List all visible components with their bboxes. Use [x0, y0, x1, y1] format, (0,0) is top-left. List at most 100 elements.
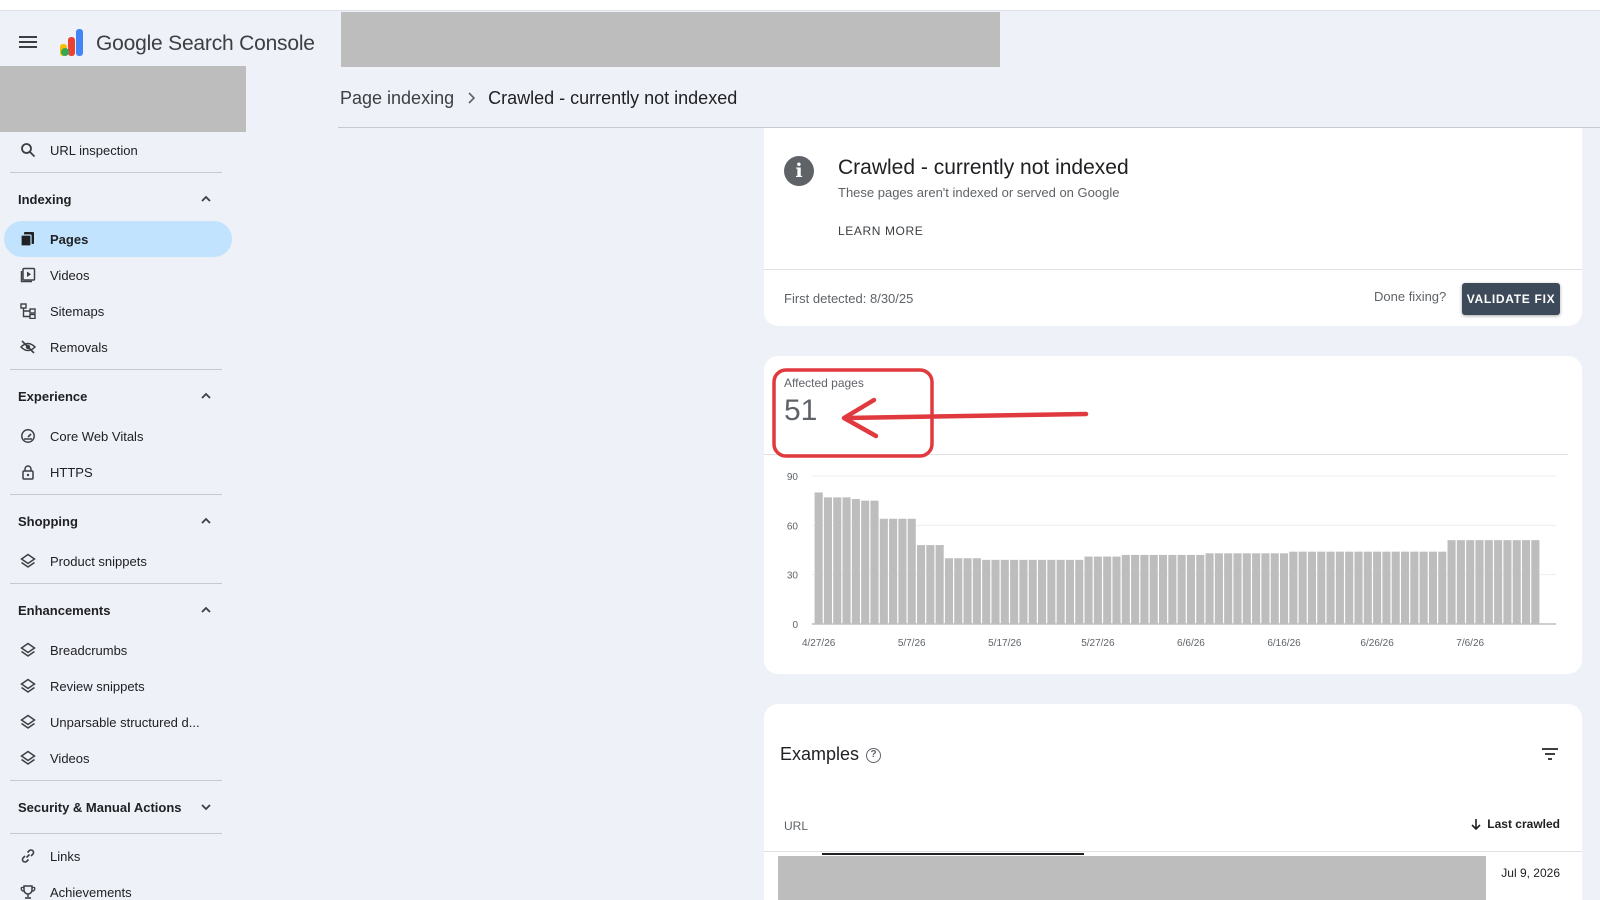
sidebar-section-security[interactable]: Security & Manual Actions — [0, 785, 232, 829]
sidebar-item-enhancement-videos[interactable]: Videos — [0, 740, 232, 776]
sidebar-section-shopping[interactable]: Shopping — [0, 499, 232, 543]
link-icon — [21, 849, 35, 863]
chart-bar — [889, 518, 898, 624]
sidebar: URL inspection Indexing Pages Videos Sit… — [0, 132, 242, 900]
chart-bar — [861, 500, 870, 624]
layers-icon — [20, 678, 36, 693]
issue-card: i Crawled - currently not indexed These … — [764, 128, 1582, 326]
affected-pages-value: 51 — [784, 394, 818, 427]
sidebar-item-links[interactable]: Links — [0, 838, 232, 874]
chart-bar — [944, 558, 954, 624]
sidebar-item-breadcrumbs[interactable]: Breadcrumbs — [0, 632, 232, 668]
chart-bar — [870, 500, 879, 624]
layers-icon — [20, 750, 36, 765]
chart-x-tick-label: 5/27/26 — [1081, 638, 1115, 646]
help-icon[interactable]: ? — [866, 748, 881, 763]
sidebar-item-sitemaps[interactable]: Sitemaps — [0, 293, 232, 329]
sidebar-item-product-snippets[interactable]: Product snippets — [0, 543, 232, 579]
chart-bar — [991, 559, 1000, 624]
eye-off-icon — [20, 340, 36, 354]
sidebar-divider — [10, 583, 222, 584]
affected-pages-card: Affected pages 51 0 30 60 90 4/27/26 5/7/26 5/… — [764, 356, 1582, 674]
chart-bar — [823, 497, 833, 624]
arrow-down-icon — [1471, 819, 1481, 830]
chart-bar — [1419, 551, 1428, 624]
validate-fix-button[interactable]: VALIDATE FIX — [1462, 283, 1560, 315]
chart-y-tick-label: 30 — [787, 571, 799, 582]
sidebar-divider — [10, 780, 222, 781]
sidebar-divider — [10, 833, 222, 834]
chart-bar — [1512, 540, 1521, 624]
sidebar-item-review-snippets[interactable]: Review snippets — [0, 668, 232, 704]
chart-bar — [1158, 554, 1168, 624]
chart-bar — [1093, 556, 1102, 624]
issue-subtitle: These pages aren't indexed or served on … — [838, 185, 1120, 200]
chart-bar — [1317, 551, 1326, 624]
chart-bar — [1103, 556, 1112, 624]
chart-bar — [916, 545, 926, 624]
sidebar-divider — [10, 369, 222, 370]
sidebar-item-https[interactable]: HTTPS — [0, 454, 232, 490]
chevron-up-icon — [201, 517, 211, 524]
menu-icon[interactable] — [17, 33, 39, 51]
chart-bar — [1084, 556, 1093, 624]
sidebar-item-url-inspection[interactable]: URL inspection — [0, 132, 232, 168]
sidebar-section-indexing[interactable]: Indexing — [0, 177, 232, 221]
sidebar-item-label: Removals — [50, 339, 108, 355]
sidebar-item-label: Sitemaps — [50, 303, 105, 319]
redacted-search-bar — [341, 12, 1000, 67]
column-header-last-crawled[interactable]: Last crawled — [1470, 817, 1560, 831]
chart-bar — [1503, 540, 1512, 624]
chart-bar — [1168, 554, 1177, 624]
chevron-down-icon — [201, 804, 211, 811]
chart-bar — [907, 518, 916, 624]
filter-icon[interactable] — [1540, 746, 1560, 762]
chart-bar — [1354, 551, 1363, 624]
chevron-up-icon — [201, 195, 211, 202]
chart-bar — [851, 499, 860, 624]
sidebar-item-videos[interactable]: Videos — [0, 257, 232, 293]
sidebar-item-unparsable-structured-data[interactable]: Unparsable structured d... — [0, 704, 232, 740]
breadcrumb-parent-link[interactable]: Page indexing — [340, 88, 454, 109]
chevron-right-icon — [466, 88, 476, 109]
chart-bar — [926, 545, 935, 624]
chart-bar — [972, 558, 981, 624]
chart-bar — [879, 518, 888, 624]
chart-bar — [1242, 553, 1251, 624]
affected-pages-chart: 0 30 60 90 4/27/26 5/7/26 5/17/26 5/27/26 6/6/26… — [787, 472, 1556, 646]
sidebar-section-enhancements[interactable]: Enhancements — [0, 588, 232, 632]
sidebar-section-experience[interactable]: Experience — [0, 374, 232, 418]
chart-bar — [1131, 554, 1140, 624]
chart-x-tick-label: 6/16/26 — [1267, 638, 1301, 646]
chart-bar — [1382, 551, 1391, 624]
learn-more-link[interactable]: LEARN MORE — [838, 224, 923, 238]
chart-bar — [1205, 553, 1214, 624]
chart-bar — [1345, 551, 1354, 624]
column-header-url[interactable]: URL — [784, 819, 808, 833]
sidebar-item-achievements[interactable]: Achievements — [0, 874, 232, 900]
card-divider — [764, 454, 1568, 455]
layers-icon — [20, 553, 36, 568]
chart-bar — [1186, 554, 1196, 624]
chart-bar — [1233, 553, 1242, 624]
sidebar-divider — [10, 172, 222, 173]
chart-bar — [1475, 540, 1484, 624]
breadcrumb-current: Crawled - currently not indexed — [488, 88, 738, 108]
section-title: Security & Manual Actions — [18, 799, 182, 815]
sidebar-item-removals[interactable]: Removals — [0, 329, 232, 365]
sidebar-item-pages[interactable]: Pages — [4, 221, 232, 257]
sidebar-item-label: Pages — [50, 231, 89, 247]
annotation-arrow-head — [841, 397, 879, 439]
chart-bar — [833, 497, 842, 624]
annotation-arrow-shaft — [843, 411, 1089, 421]
section-title: Shopping — [18, 513, 78, 529]
chart-y-tick-label: 60 — [787, 521, 799, 532]
sidebar-item-core-web-vitals[interactable]: Core Web Vitals — [0, 418, 232, 454]
info-icon: i — [784, 156, 814, 186]
sidebar-item-label: Product snippets — [50, 553, 147, 569]
chart-y-tick-label: 0 — [792, 620, 798, 631]
search-console-logo-icon — [60, 29, 83, 56]
chart-bar — [1363, 551, 1372, 624]
redacted-url — [778, 856, 1486, 900]
chart-bar — [1484, 540, 1493, 624]
